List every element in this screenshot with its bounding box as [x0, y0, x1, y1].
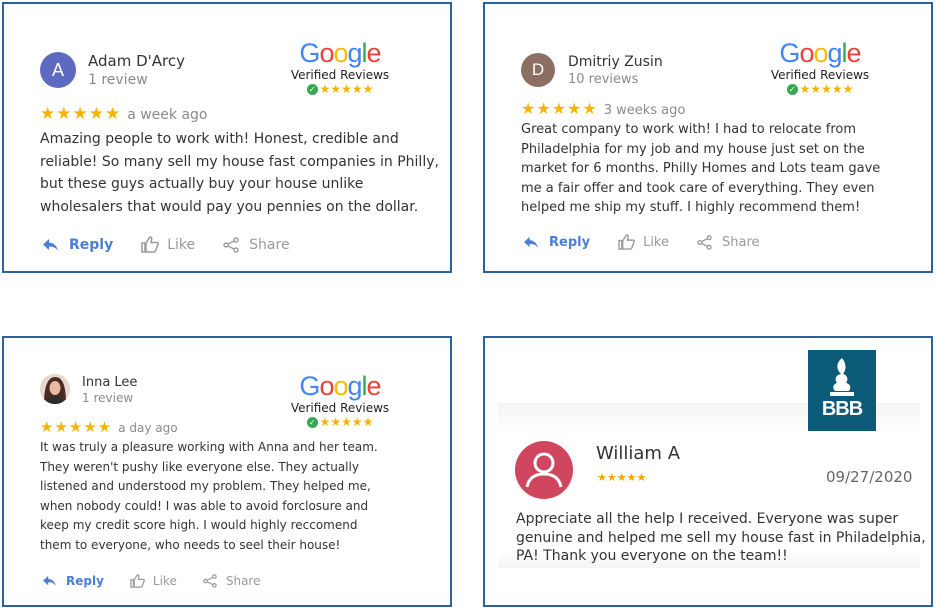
review-text: Amazing people to work with! Honest, cre…: [40, 131, 439, 215]
share-icon: [203, 574, 217, 588]
google-verified-badge: Google Verified Reviews ✓ ★★★★★: [766, 38, 874, 96]
review-text: Appreciate all the help I received. Ever…: [516, 511, 926, 564]
thumbs-up-icon: [141, 236, 160, 253]
review-actions: Reply Like Share: [42, 236, 290, 253]
google-logo: Google: [299, 38, 381, 68]
reply-button[interactable]: Reply: [523, 235, 590, 250]
reply-icon: [523, 236, 539, 249]
share-button[interactable]: Share: [203, 574, 261, 588]
bbb-logo: BBB: [808, 350, 876, 431]
check-icon: ✓: [786, 83, 798, 95]
reply-button[interactable]: Reply: [42, 574, 104, 588]
avatar: A: [40, 52, 76, 88]
like-button[interactable]: Like: [141, 236, 195, 253]
reviewer-name: Dmitriy Zusin: [568, 54, 663, 70]
google-rating: ✓ ★★★★★: [766, 82, 874, 96]
like-label: Like: [643, 234, 669, 250]
reply-icon: [42, 575, 57, 587]
google-logo: Google: [779, 38, 861, 68]
like-button[interactable]: Like: [130, 574, 177, 588]
star-rating: ★★★★★ a day ago: [40, 419, 178, 436]
verified-reviews-label: Verified Reviews: [770, 68, 870, 82]
like-button[interactable]: Like: [618, 234, 669, 250]
star-rating: ★★★★★: [597, 472, 647, 484]
check-icon: ✓: [306, 416, 318, 428]
share-button[interactable]: Share: [223, 236, 290, 253]
like-label: Like: [167, 236, 196, 253]
verified-reviews-label: Verified Reviews: [290, 401, 390, 415]
review-date: 09/27/2020: [826, 468, 913, 486]
reply-button[interactable]: Reply: [42, 237, 113, 253]
avatar: D: [521, 53, 555, 87]
verified-reviews-label: Verified Reviews: [290, 68, 390, 82]
share-button[interactable]: Share: [697, 235, 760, 250]
reply-label: Reply: [69, 236, 114, 253]
share-label: Share: [225, 574, 261, 588]
review-count: 1 review: [88, 72, 148, 88]
reviewer-name: William A: [596, 443, 681, 464]
review-text: It was truly a pleasure working with Ann…: [40, 440, 378, 552]
review-time: a day ago: [118, 421, 178, 435]
review-count: 10 reviews: [568, 72, 639, 87]
reply-label: Reply: [66, 574, 104, 588]
google-verified-badge: Google Verified Reviews ✓ ★★★★★: [286, 38, 394, 96]
thumbs-up-icon: [618, 234, 635, 250]
google-logo: Google: [299, 371, 381, 401]
review-time: a week ago: [127, 107, 208, 123]
reply-icon: [42, 238, 59, 252]
review-time: 3 weeks ago: [603, 103, 686, 118]
review-actions: Reply Like Share: [523, 234, 760, 250]
user-icon: [525, 452, 563, 488]
review-actions: Reply Like Share: [42, 574, 260, 588]
review-count: 1 review: [82, 391, 134, 405]
like-label: Like: [152, 574, 177, 588]
review-text: Great company to work with! I had to rel…: [521, 122, 881, 215]
share-label: Share: [722, 234, 760, 250]
share-label: Share: [249, 236, 290, 253]
google-verified-badge: Google Verified Reviews ✓ ★★★★★: [286, 371, 394, 429]
thumbs-up-icon: [130, 574, 145, 588]
review-card-dmitriy: D Dmitriy Zusin 10 reviews Google Verifi…: [483, 2, 933, 273]
avatar-photo: [40, 374, 70, 404]
reviewer-name: Adam D'Arcy: [88, 52, 185, 70]
reviewer-name: Inna Lee: [82, 375, 138, 390]
share-icon: [223, 236, 239, 253]
avatar: [515, 441, 573, 499]
review-card-inna: Inna Lee 1 review Google Verified Review…: [2, 336, 452, 607]
check-icon: ✓: [306, 83, 318, 95]
star-rating: ★★★★★ 3 weeks ago: [521, 101, 686, 118]
share-icon: [697, 234, 712, 250]
review-card-adam: A Adam D'Arcy 1 review Google Verified R…: [2, 2, 452, 273]
google-rating: ✓ ★★★★★: [286, 415, 394, 429]
reply-label: Reply: [549, 234, 591, 250]
bbb-logo-text: BBB: [821, 398, 863, 420]
star-rating: ★★★★★ a week ago: [40, 104, 208, 123]
google-rating: ✓ ★★★★★: [286, 82, 394, 96]
